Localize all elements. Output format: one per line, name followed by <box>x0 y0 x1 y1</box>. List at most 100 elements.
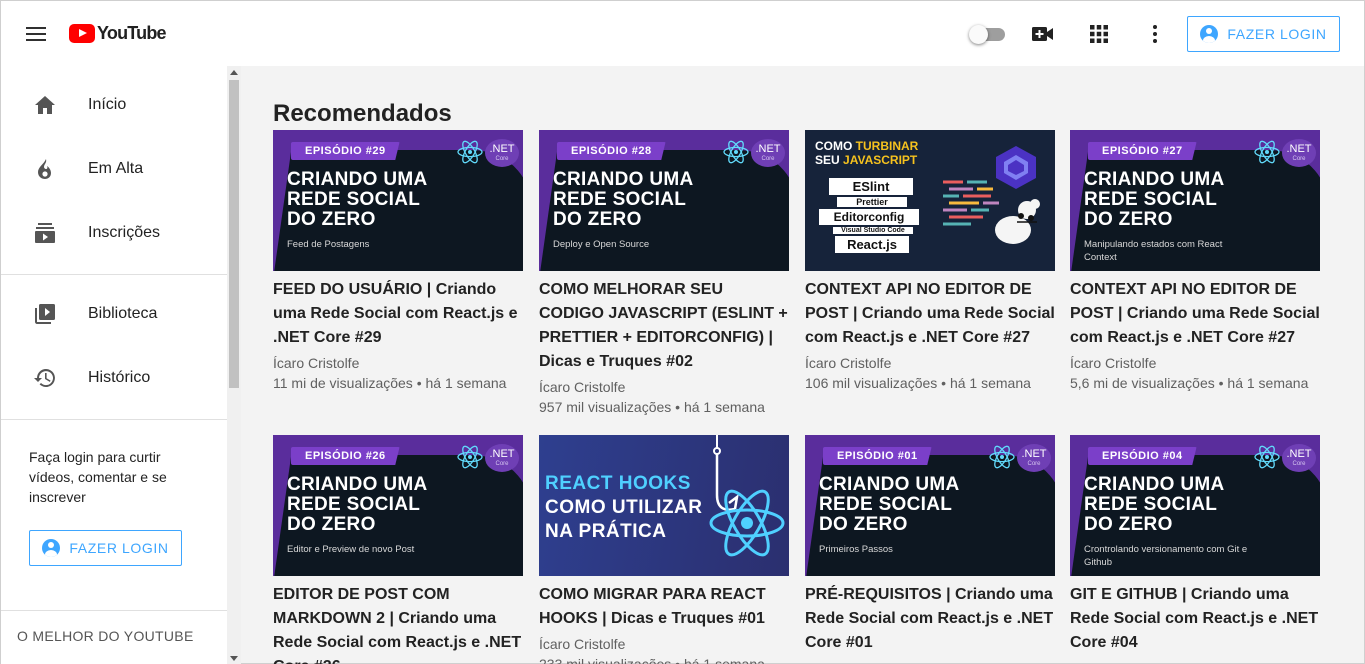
more-vertical-icon[interactable] <box>1142 21 1168 47</box>
video-meta: 957 mil visualizações • há 1 semana <box>539 399 765 415</box>
video-card[interactable]: EPISÓDIO #28 .NET Core CRIANDO UMA REDE SO… <box>539 130 789 417</box>
video-thumbnail[interactable]: EPISÓDIO #28 .NET Core CRIANDO UMA REDE SO… <box>539 130 789 271</box>
thumbnail-title: CRIANDO UMA REDE SOCIAL DO ZERO <box>553 169 694 230</box>
react-logo-icon <box>989 445 1015 469</box>
sign-in-label: FAZER LOGIN <box>1227 26 1327 42</box>
home-icon <box>33 93 57 117</box>
dotnet-logo: .NET Core <box>751 139 785 167</box>
thumbnail-title: CRIANDO UMA REDE SOCIAL DO ZERO <box>287 169 428 230</box>
video-thumbnail[interactable]: EPISÓDIO #29 .NET Core CRIANDO UMA REDE SO… <box>273 130 523 271</box>
video-camera-add-icon[interactable] <box>1030 21 1056 47</box>
video-thumbnail[interactable]: EPISÓDIO #27 .NET Core CRIANDO UMA REDE SO… <box>1070 130 1320 271</box>
account-circle-icon <box>42 539 61 557</box>
thumbnail-subtitle: Crontrolando versionamento com Git e Git… <box>1084 544 1248 568</box>
history-icon <box>33 366 57 390</box>
channel-name[interactable]: Ícaro Cristolfe <box>273 353 523 373</box>
video-thumbnail[interactable]: EPISÓDIO #04 .NET Core CRIANDO UMA REDE SO… <box>1070 435 1320 576</box>
dotnet-logo: .NET Core <box>485 444 519 472</box>
sidebar-item-inicio[interactable]: Início <box>1 83 227 127</box>
video-card[interactable]: EPISÓDIO #29 .NET Core CRIANDO UMA REDE SO… <box>273 130 523 393</box>
react-hook-logo-icon <box>709 435 785 557</box>
youtube-play-icon <box>69 24 95 43</box>
dotnet-logo: .NET Core <box>485 139 519 167</box>
episode-badge: EPISÓDIO #04 <box>1088 447 1197 465</box>
sidebar-item-label: Inscrições <box>88 224 161 241</box>
react-logo-icon <box>723 140 749 164</box>
react-logo-icon <box>457 445 483 469</box>
sidebar-item-biblioteca[interactable]: Biblioteca <box>1 292 227 336</box>
sidebar-section-title: O MELHOR DO YOUTUBE <box>17 628 194 644</box>
sidebar-item-historico[interactable]: Histórico <box>1 356 227 400</box>
video-meta: 11 mi de visualizações • há 1 semana <box>273 375 507 391</box>
video-thumbnail[interactable]: EPISÓDIO #26 .NET Core CRIANDO UMA REDE SO… <box>273 435 523 576</box>
thumbnail-subtitle: Manipulando estados com React Context <box>1084 239 1223 263</box>
episode-badge: EPISÓDIO #01 <box>823 447 932 465</box>
channel-name[interactable]: Ícaro Cristolfe <box>805 353 1055 373</box>
sign-in-button[interactable]: FAZER LOGIN <box>1187 16 1340 52</box>
scroll-down-arrow-icon[interactable] <box>230 656 238 661</box>
video-thumbnail[interactable]: REACT HOOKS COMO UTILIZAR NA PRÁTICA <box>539 435 789 576</box>
episode-badge: EPISÓDIO #28 <box>557 142 666 160</box>
episode-badge: EPISÓDIO #27 <box>1088 142 1197 160</box>
sidebar-item-label: Em Alta <box>88 160 144 177</box>
login-hint-text: Faça login para curtir vídeos, comentar … <box>29 449 167 505</box>
sidebar-scrollbar[interactable] <box>227 66 241 664</box>
sidebar-item-inscricoes[interactable]: Inscrições <box>1 211 227 255</box>
video-thumbnail[interactable]: COMO TURBINAR SEU JAVASCRIPT ESlint Pret… <box>805 130 1055 271</box>
video-card[interactable]: COMO TURBINAR SEU JAVASCRIPT ESlint Pret… <box>805 130 1055 393</box>
flame-icon <box>33 157 57 181</box>
section-title: Recomendados <box>273 100 452 127</box>
thumbnail-title: COMO TURBINAR SEU JAVASCRIPT <box>815 139 919 167</box>
sidebar-divider <box>1 610 227 611</box>
thumbnail-title: CRIANDO UMA REDE SOCIAL DO ZERO <box>287 474 428 535</box>
video-title[interactable]: FEED DO USUÁRIO | Criando uma Rede Socia… <box>273 278 523 350</box>
video-meta: 106 mil visualizações • há 1 semana <box>805 375 1031 391</box>
video-title[interactable]: CONTEXT API NO EDITOR DE POST | Criando … <box>1070 278 1320 350</box>
logo-text: YouTube <box>97 23 167 43</box>
video-meta: 5,6 mi de visualizações • há 1 semana <box>1070 375 1309 391</box>
thumbnail-subtitle: Deploy e Open Source <box>553 239 650 250</box>
channel-name[interactable]: Ícaro Cristolfe <box>539 634 789 654</box>
video-meta: 233 mil visualizações • há 1 semana <box>539 656 765 664</box>
video-card[interactable]: EPISÓDIO #04 .NET Core CRIANDO UMA REDE SO… <box>1070 435 1320 655</box>
subscriptions-icon <box>33 221 57 245</box>
thumbnail-subtitle: Primeiros Passos <box>819 544 893 555</box>
sign-in-label: FAZER LOGIN <box>69 540 169 556</box>
channel-name[interactable]: Ícaro Cristolfe <box>539 377 789 397</box>
library-icon <box>33 302 57 326</box>
prettier-mascot-icon <box>995 199 1040 244</box>
video-card[interactable]: EPISÓDIO #27 .NET Core CRIANDO UMA REDE SO… <box>1070 130 1320 393</box>
apps-grid-icon[interactable] <box>1086 21 1112 47</box>
dotnet-logo: .NET Core <box>1282 444 1316 472</box>
video-title[interactable]: CONTEXT API NO EDITOR DE POST | Criando … <box>805 278 1055 350</box>
channel-name[interactable]: Ícaro Cristolfe <box>1070 353 1320 373</box>
video-thumbnail[interactable]: EPISÓDIO #01 .NET Core CRIANDO UMA REDE SO… <box>805 435 1055 576</box>
thumbnail-title: REACT HOOKS COMO UTILIZAR NA PRÁTICA <box>545 473 703 542</box>
scrollbar-thumb[interactable] <box>229 80 239 388</box>
dark-mode-toggle[interactable] <box>969 25 1007 44</box>
react-logo-icon <box>457 140 483 164</box>
react-logo-icon <box>1254 445 1280 469</box>
thumbnail-title: CRIANDO UMA REDE SOCIAL DO ZERO <box>1084 169 1225 230</box>
youtube-logo[interactable]: YouTube <box>69 23 167 44</box>
video-title[interactable]: GIT E GITHUB | Criando uma Rede Social c… <box>1070 583 1320 655</box>
video-card[interactable]: REACT HOOKS COMO UTILIZAR NA PRÁTICA COM… <box>539 435 789 664</box>
scroll-up-arrow-icon[interactable] <box>230 70 238 75</box>
video-card[interactable]: EPISÓDIO #26 .NET Core CRIANDO UMA REDE SO… <box>273 435 523 664</box>
video-title[interactable]: COMO MIGRAR PARA REACT HOOKS | Dicas e T… <box>539 583 789 631</box>
sidebar-item-em-alta[interactable]: Em Alta <box>1 147 227 191</box>
video-title[interactable]: EDITOR DE POST COM MARKDOWN 2 | Criando … <box>273 583 523 664</box>
sidebar: Início Em Alta Inscrições Biblioteca His… <box>1 66 227 664</box>
sidebar-item-label: Início <box>88 96 127 113</box>
dotnet-logo: .NET Core <box>1017 444 1051 472</box>
episode-badge: EPISÓDIO #26 <box>291 447 400 465</box>
hamburger-icon[interactable] <box>21 21 51 47</box>
top-app-bar: YouTube FAZER LOGIN <box>1 1 1364 66</box>
sidebar-divider <box>1 274 227 275</box>
video-title[interactable]: COMO MELHORAR SEU CODIGO JAVASCRIPT (ESL… <box>539 278 789 374</box>
thumbnail-tool-list: ESlint Prettier Editorconfig Visual Stud… <box>817 178 923 255</box>
sidebar-sign-in-button[interactable]: FAZER LOGIN <box>29 530 182 566</box>
video-title[interactable]: PRÉ-REQUISITOS | Criando uma Rede Social… <box>805 583 1055 655</box>
video-card[interactable]: EPISÓDIO #01 .NET Core CRIANDO UMA REDE SO… <box>805 435 1055 655</box>
sidebar-item-label: Histórico <box>88 369 151 386</box>
